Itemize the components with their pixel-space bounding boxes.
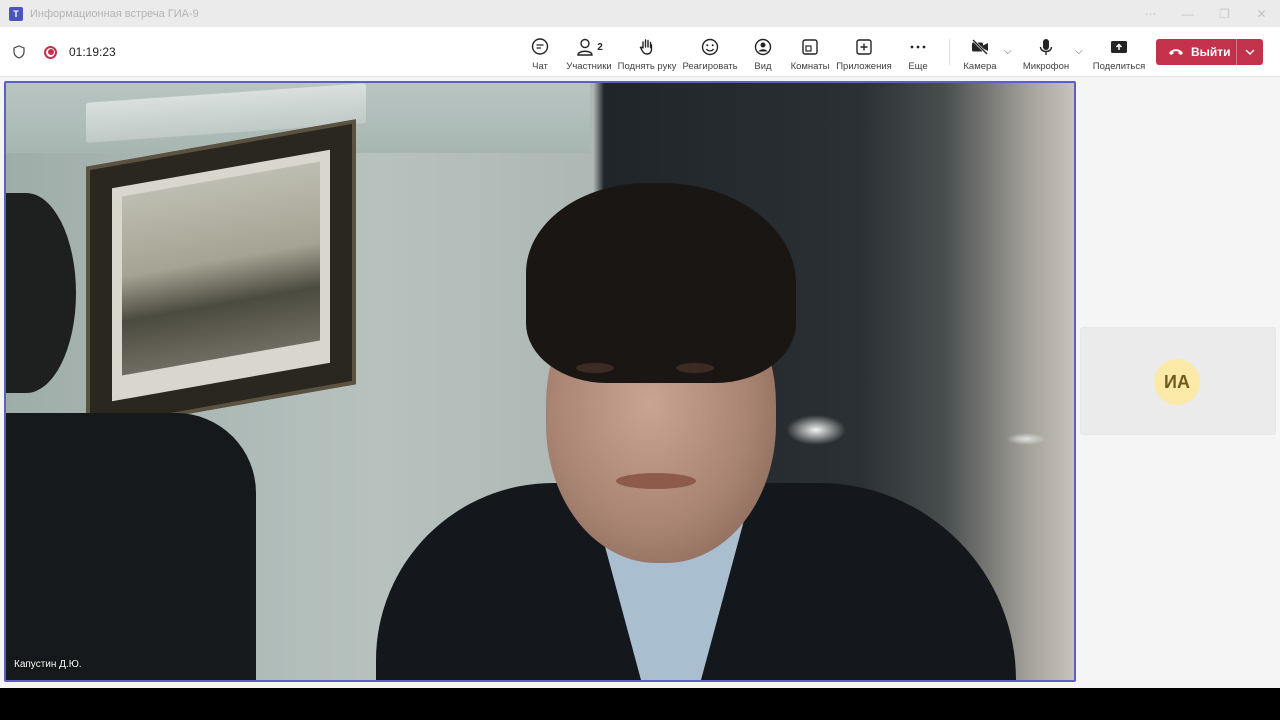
rooms-button[interactable]: Комнаты [789,27,831,77]
camera-label: Камера [963,61,997,72]
microphone-label: Микрофон [1022,61,1070,72]
main-video-stage[interactable]: Капустин Д.Ю. [4,81,1076,682]
participants-label: Участники [566,61,612,72]
toolbar-divider [949,39,950,65]
teams-meeting-window: T Информационная встреча ГИА-9 ⋯ — ❐ ✕ 0… [0,0,1280,688]
share-label: Поделиться [1092,61,1146,72]
recording-icon [44,45,57,59]
more-button[interactable]: Еще [905,27,931,77]
avatar: ИА [1154,359,1200,405]
video-speaker [376,183,1016,680]
people-icon [577,38,593,56]
window-title: Информационная встреча ГИА-9 [30,7,199,20]
minimize-icon[interactable]: — [1169,0,1206,27]
meeting-toolbar: 01:19:23 Чат 2 Участники Поднять руку Ре… [0,27,1280,77]
microphone-icon [1039,39,1053,55]
ellipsis-icon [910,45,926,49]
smiley-icon [701,38,719,56]
leave-button[interactable]: Выйти [1156,39,1263,65]
participants-count: 2 [597,41,603,53]
camera-off-icon [972,39,988,55]
participants-button[interactable]: 2 Участники [566,27,612,77]
apps-button[interactable]: Приложения [835,27,893,77]
add-apps-icon [856,39,872,55]
chat-icon [531,38,549,55]
view-button[interactable]: Вид [750,27,776,77]
leave-label: Выйти [1191,45,1231,59]
rooms-label: Комнаты [790,61,830,72]
microphone-button[interactable]: Микрофон [1022,27,1070,77]
share-screen-icon [1111,41,1127,53]
chevron-down-icon[interactable] [1244,46,1256,58]
raise-hand-label: Поднять руку [617,61,677,72]
more-label: Еще [908,61,928,72]
raise-hand-button[interactable]: Поднять руку [618,27,676,77]
camera-button[interactable]: Камера [962,27,998,77]
view-icon [754,38,772,56]
phone-hangup-icon [1169,49,1183,55]
meeting-timer: 01:19:23 [69,45,116,59]
rooms-icon [802,39,818,55]
apps-label: Приложения [836,61,892,72]
hand-icon [639,39,653,55]
leave-divider [1236,39,1237,65]
teams-logo-icon: T [9,6,23,21]
speaker-video-feed [6,83,1074,680]
meeting-status: 01:19:23 [12,27,116,77]
window-controls: ⋯ — ❐ ✕ [1132,0,1280,27]
restore-icon[interactable]: ❐ [1206,0,1243,27]
close-icon[interactable]: ✕ [1243,0,1280,27]
more-options-icon[interactable]: ⋯ [1132,0,1169,27]
chat-label: Чат [532,61,548,72]
camera-options-chevron-icon[interactable]: ⌵ [1004,46,1012,57]
react-button[interactable]: Реагировать [682,27,738,77]
participant-tile[interactable]: ИА [1080,327,1276,435]
speaker-name-label: Капустин Д.Ю. [14,659,82,670]
react-label: Реагировать [682,61,738,72]
view-label: Вид [754,61,772,72]
microphone-options-chevron-icon[interactable]: ⌵ [1075,46,1083,57]
shield-icon [13,45,25,59]
title-bar: T Информационная встреча ГИА-9 ⋯ — ❐ ✕ [0,0,1280,27]
video-background-person [6,193,256,680]
share-button[interactable]: Поделиться [1093,27,1145,77]
chat-button[interactable]: Чат [524,27,556,77]
